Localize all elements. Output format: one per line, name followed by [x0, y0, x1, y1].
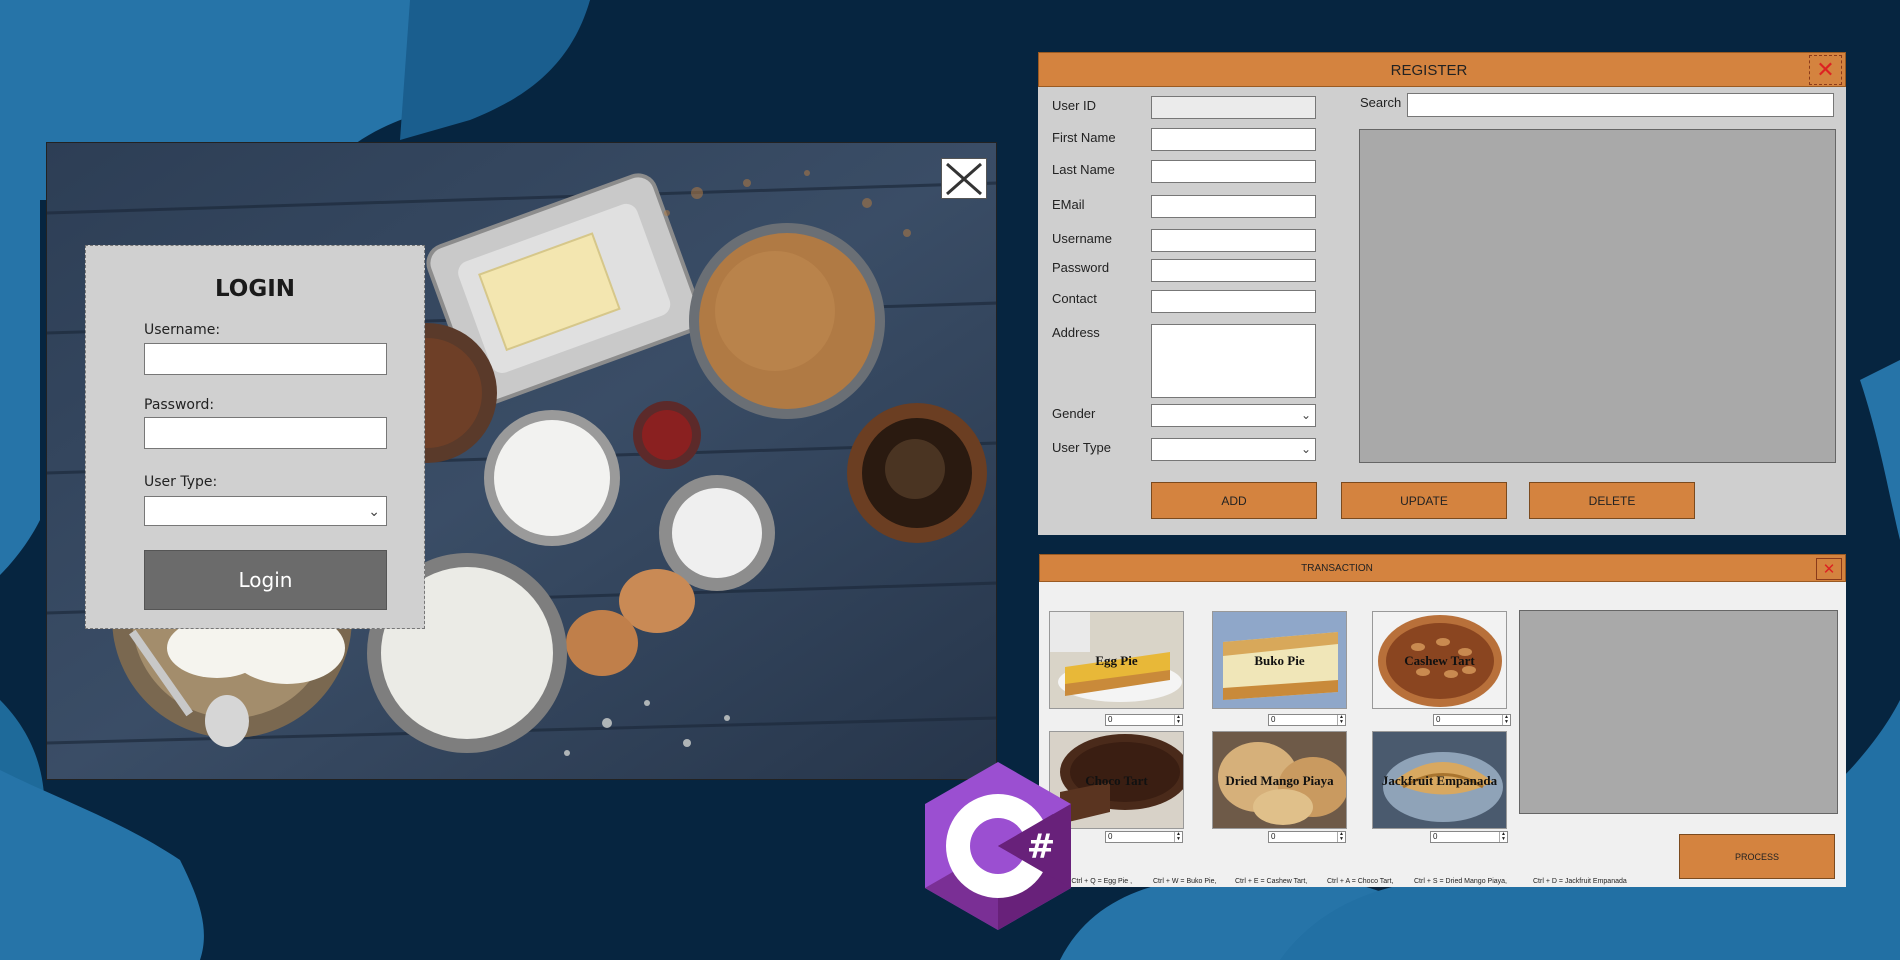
choco-tart-qty-value: 0 [1108, 832, 1113, 841]
login-window: LOGIN Username: Password: User Type: ⌄ L… [46, 142, 997, 780]
user-id-field[interactable] [1151, 96, 1316, 119]
spinner-icon[interactable]: ▲ ▼ [1502, 715, 1510, 725]
dried-mango-piaya-qty-value: 0 [1271, 832, 1276, 841]
transaction-titlebar: TRANSACTION ✕ [1039, 554, 1846, 582]
username-input[interactable] [144, 343, 387, 375]
usertype-label: User Type: [144, 474, 218, 490]
gender-label: Gender [1052, 406, 1096, 421]
email-label: EMail [1052, 197, 1085, 212]
usertype-select[interactable]: ⌄ [144, 496, 387, 526]
cashew-tart-qty-value: 0 [1436, 715, 1441, 724]
last-name-label: Last Name [1052, 162, 1115, 177]
jackfruit-empanada-label: Jackfruit Empanada [1381, 773, 1498, 788]
shortcut-hint: Ctrl + D = Jackfruit Empanada [1533, 878, 1627, 885]
shortcut-hint: Ctrl + S = Dried Mango Piaya, [1414, 878, 1507, 885]
first-name-label: First Name [1052, 130, 1116, 145]
password-label: Password: [144, 397, 215, 413]
spinner-icon[interactable]: ▲ ▼ [1174, 715, 1182, 725]
egg-pie-item[interactable]: Egg Pie [1049, 611, 1184, 709]
shortcut-hint: Ctrl + A = Choco Tart, [1327, 878, 1394, 885]
close-icon: ✕ [1816, 57, 1835, 82]
email-field[interactable] [1151, 195, 1316, 218]
password-label: Password [1052, 260, 1110, 275]
egg-pie-label: Egg Pie [1095, 653, 1138, 668]
close-button[interactable] [941, 158, 987, 199]
password-input[interactable] [144, 417, 387, 449]
register-close-button[interactable]: ✕ [1809, 55, 1842, 85]
chevron-down-icon: ⌄ [1300, 408, 1311, 422]
buko-pie-item[interactable]: Buko Pie [1212, 611, 1347, 709]
buko-pie-qty[interactable]: 0 ▲ ▼ [1268, 714, 1346, 726]
jackfruit-empanada-qty-value: 0 [1433, 832, 1438, 841]
address-field[interactable] [1151, 324, 1316, 398]
password-field[interactable] [1151, 259, 1316, 282]
register-window: REGISTER ✕ User ID First Name Last Name … [1038, 52, 1846, 535]
users-data-grid[interactable] [1359, 129, 1836, 463]
username-label: Username [1052, 231, 1112, 246]
transaction-title: TRANSACTION [1301, 563, 1373, 574]
last-name-field[interactable] [1151, 160, 1316, 183]
register-title: REGISTER [1390, 62, 1468, 79]
address-label: Address [1052, 325, 1100, 340]
order-data-grid[interactable] [1519, 610, 1838, 814]
first-name-field[interactable] [1151, 128, 1316, 151]
contact-label: Contact [1052, 291, 1097, 306]
user-type-select[interactable]: ⌄ [1151, 438, 1316, 461]
login-title: LOGIN [214, 276, 296, 302]
delete-button[interactable]: DELETE [1529, 482, 1695, 519]
choco-tart-qty[interactable]: 0 ▲ ▼ [1105, 831, 1183, 843]
cashew-tart-qty[interactable]: 0 ▲ ▼ [1433, 714, 1511, 726]
jackfruit-empanada-qty[interactable]: 0 ▲ ▼ [1430, 831, 1508, 843]
spinner-icon[interactable]: ▲ ▼ [1337, 715, 1345, 725]
dried-mango-piaya-item[interactable]: Dried Mango Piaya [1212, 731, 1347, 829]
search-input[interactable] [1407, 93, 1834, 117]
login-panel: LOGIN Username: Password: User Type: ⌄ L… [85, 245, 425, 629]
transaction-close-button[interactable]: ✕ [1816, 558, 1842, 580]
user-type-label: User Type [1052, 440, 1112, 455]
chevron-down-icon: ⌄ [368, 503, 380, 519]
update-button[interactable]: UPDATE [1341, 482, 1507, 519]
egg-pie-qty-value: 0 [1108, 715, 1113, 724]
login-button[interactable]: Login [144, 550, 387, 610]
shortcut-hint: Ctrl + E = Cashew Tart, [1235, 878, 1308, 885]
add-button[interactable]: ADD [1151, 482, 1317, 519]
close-icon: ✕ [1822, 561, 1836, 578]
gender-select[interactable]: ⌄ [1151, 404, 1316, 427]
spinner-icon[interactable]: ▲ ▼ [1337, 832, 1345, 842]
csharp-logo: # [925, 762, 1071, 930]
close-icon [946, 162, 982, 195]
csharp-logo-text: # [1027, 827, 1056, 867]
dried-mango-piaya-label: Dried Mango Piaya [1225, 773, 1334, 788]
register-titlebar: REGISTER ✕ [1038, 52, 1846, 87]
username-label: Username: [144, 322, 221, 338]
process-button[interactable]: PROCESS [1679, 834, 1835, 879]
cashew-tart-item[interactable]: Cashew Tart [1372, 611, 1507, 709]
jackfruit-empanada-item[interactable]: Jackfruit Empanada [1372, 731, 1507, 829]
buko-pie-qty-value: 0 [1271, 715, 1276, 724]
dried-mango-piaya-qty[interactable]: 0 ▲ ▼ [1268, 831, 1346, 843]
shortcut-hint: Ctrl + W = Buko Pie, [1153, 878, 1217, 885]
search-label: Search [1360, 95, 1402, 110]
chevron-down-icon: ⌄ [1300, 442, 1311, 456]
spinner-icon[interactable]: ▲ ▼ [1174, 832, 1182, 842]
user-id-label: User ID [1052, 98, 1097, 113]
egg-pie-qty[interactable]: 0 ▲ ▼ [1105, 714, 1183, 726]
contact-field[interactable] [1151, 290, 1316, 313]
username-field[interactable] [1151, 229, 1316, 252]
transaction-window: TRANSACTION ✕ Egg Pie 0 ▲ ▼ Buko Pie 0 ▲ ▼ [1039, 554, 1846, 887]
spinner-icon[interactable]: ▲ ▼ [1499, 832, 1507, 842]
buko-pie-label: Buko Pie [1254, 653, 1305, 668]
cashew-tart-label: Cashew Tart [1404, 653, 1475, 668]
